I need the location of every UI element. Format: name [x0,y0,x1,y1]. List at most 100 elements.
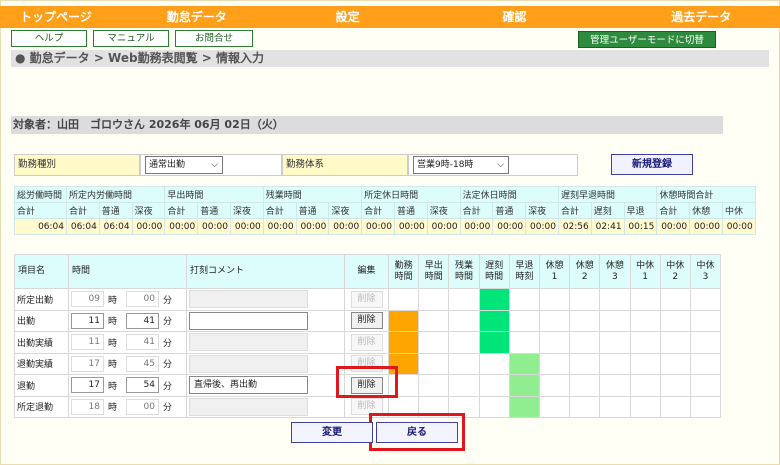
contact-button[interactable]: お問合せ [175,30,253,47]
col-chart-label: 遅刻 [485,260,504,271]
summary-sub-header: 合計 [164,202,199,219]
summary-sub-header: 深夜 [229,202,264,219]
chart-cell [418,288,450,311]
comment-input [189,354,308,373]
chart-cell [629,309,661,332]
chart-cell [659,352,691,375]
col-chart-8: 中休 1 [629,254,661,289]
col-chart-label: 時刻 [515,271,534,282]
comment-input[interactable] [189,311,308,330]
change-button[interactable]: 変更 [291,422,373,443]
nav-top[interactable]: トップページ [0,6,129,28]
col-edit: 編集 [344,254,389,289]
chart-cell [659,309,691,332]
row-name: 所定退勤 [14,395,69,418]
summary-value: 00:15 [623,218,658,235]
hour-unit: 時 [108,317,118,328]
delete-button: 削除 [350,333,383,351]
col-chart-0: 勤務 時間 [387,254,420,289]
summary-sub-header: 普通 [393,202,428,219]
table-row: 所定退勤 18 時 00 分削除 [14,395,722,418]
chart-cell [659,288,691,311]
nav-past-data[interactable]: 過去データ [611,6,780,28]
comment-input[interactable]: 直帰後、再出勤 [189,376,308,395]
row-name: 退勤 [14,374,69,397]
minute-unit: 分 [163,403,173,414]
col-comment: 打刻コメント [186,254,345,289]
summary-value: 00:00 [295,218,330,235]
col-chart-label: 残業 [454,260,473,271]
row-time: 17 時 54 分 [68,374,187,397]
nav-settings[interactable]: 設定 [276,6,445,28]
chart-cell [689,309,722,332]
help-button[interactable]: ヘルプ [11,30,87,47]
summary-sub-header: 休憩 [689,202,723,219]
row-name: 所定出勤 [14,288,69,311]
summary-value: 00:00 [328,218,363,235]
new-register-button[interactable]: 新規登録 [611,154,693,175]
work-kind-value: 通常出勤 [149,160,186,170]
col-chart-label: 2 [672,271,679,282]
work-system-select[interactable]: 営業9時-18時 ⌵ [413,156,509,174]
col-chart-label: 1 [551,271,558,282]
col-chart-10: 中休 3 [689,254,722,289]
table-row: 所定出勤 09 時 00 分 削除 [14,288,722,311]
work-kind-select[interactable]: 通常出勤 ⌵ [145,156,223,174]
summary-value: 00:00 [262,218,297,235]
work-kind-label: 勤務種別 [14,154,140,176]
summary-sub-header: 普通 [197,202,231,219]
chart-cell [599,352,631,375]
col-chart-label: 3 [612,271,618,282]
row-comment [186,288,345,311]
summary-sub-header: 普通 [98,202,133,219]
hour-input[interactable]: 17 [71,377,104,394]
chart-cell [448,374,480,397]
summary-sub-header: 普通 [295,202,330,219]
delete-button[interactable]: 削除 [350,312,383,330]
summary-sub-header: 早退 [623,202,658,219]
nav-confirm[interactable]: 確認 [444,6,611,28]
summary-sub-header: 深夜 [328,202,363,219]
comment-input [189,397,308,416]
chart-cell [508,331,540,354]
chart-cell [478,374,510,397]
chart-cell [478,331,510,354]
back-button[interactable]: 戻る [376,422,458,443]
summary-value: 00:00 [131,218,166,235]
col-chart-label: 中休 [666,260,685,271]
target-employee: 対象者：山田 ゴロウさん 2026年 06月 02日（火） [11,116,723,134]
chart-cell [448,288,480,311]
summary-group: 総労働時間 [14,186,67,203]
summary-value: 00:00 [426,218,461,235]
col-chart-label: 早出 [424,260,443,271]
chart-cell [418,374,450,397]
chart-cell [538,374,571,397]
minute-input[interactable]: 41 [126,312,159,329]
row-comment [186,331,345,354]
summary-group: 早出時間 [164,186,264,203]
manager-mode-button[interactable]: 管理ユーザーモードに切替 [578,31,716,48]
chart-cell [387,331,420,354]
col-chart-6: 休憩 2 [569,254,601,289]
summary-sub-header: 合計 [262,202,297,219]
chart-cell [387,288,420,311]
chart-cell [418,309,450,332]
hour-input[interactable]: 11 [71,312,104,329]
chart-cell [508,309,540,332]
minute-input[interactable]: 54 [126,377,159,394]
chart-cell [629,352,661,375]
chart-cell [629,395,661,418]
summary-value: 00:00 [229,218,264,235]
summary-value: 06:04 [14,218,67,235]
chart-cell [418,331,450,354]
delete-button: 削除 [350,290,383,308]
manual-button[interactable]: マニュアル [93,30,169,47]
nav-attendance[interactable]: 勤怠データ [129,6,276,28]
summary-sub-header: 深夜 [426,202,461,219]
chart-cell [659,331,691,354]
minute-input: 00 [126,398,159,415]
summary-value: 00:00 [197,218,231,235]
row-edit: 削除 [344,331,389,354]
hour-unit: 時 [108,360,118,371]
chart-cell [599,331,631,354]
